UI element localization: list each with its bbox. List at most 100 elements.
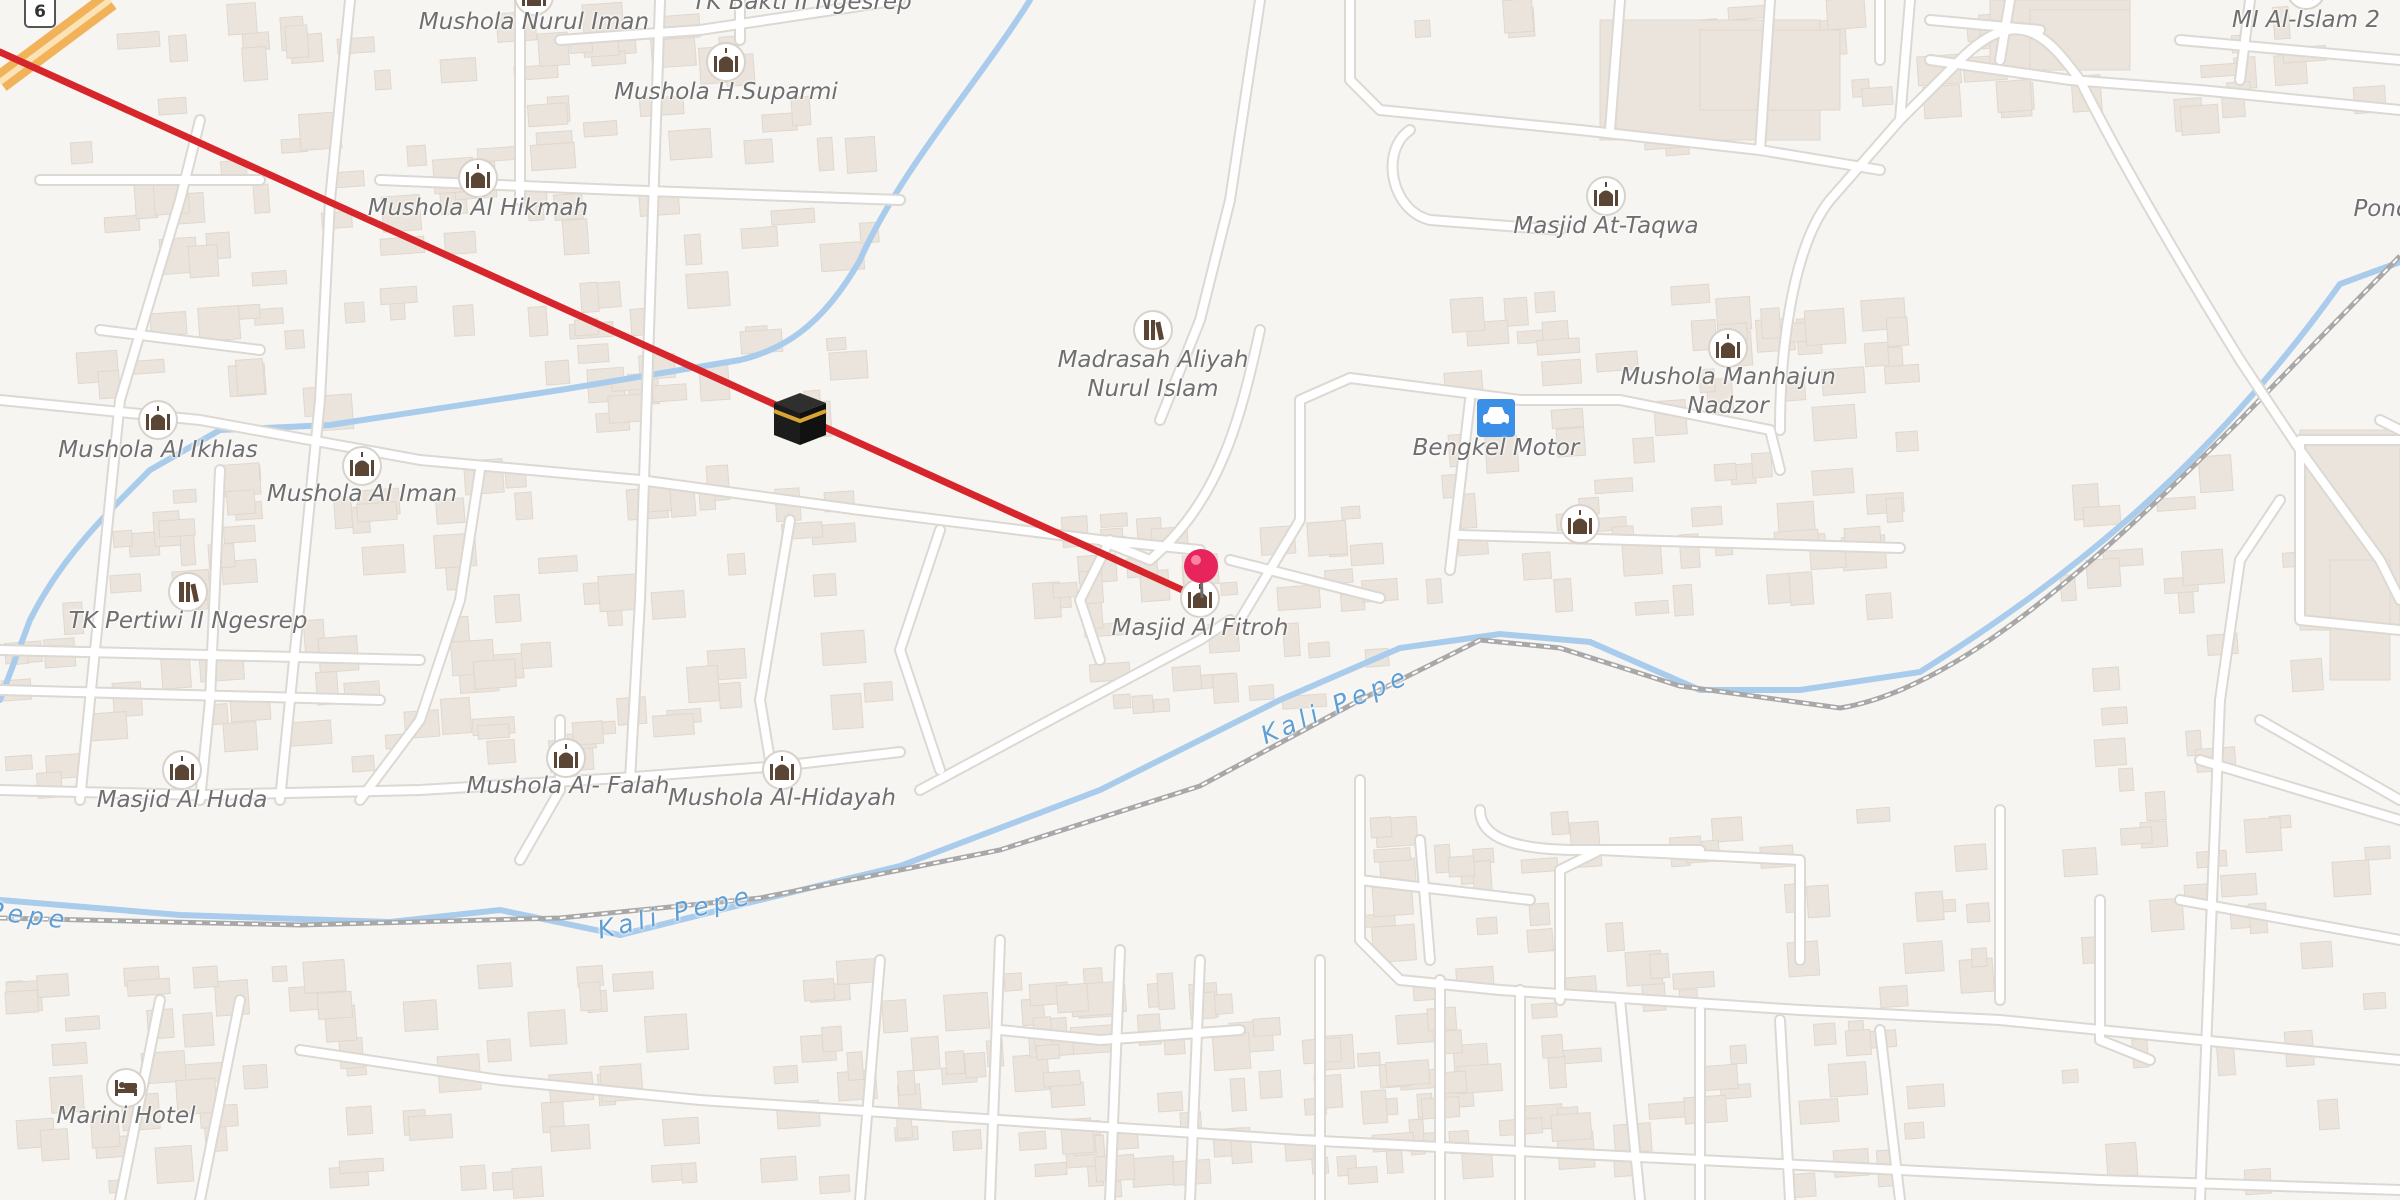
building — [1825, 0, 1867, 31]
poi-label-mushola-nurul-iman[interactable]: Mushola Nurul Iman — [419, 8, 649, 37]
building — [561, 218, 590, 256]
building — [1995, 78, 2033, 113]
poi-label-mushola-al-iman[interactable]: Mushola Al Iman — [267, 480, 457, 509]
building — [182, 1012, 215, 1048]
building — [607, 393, 646, 424]
building — [103, 214, 141, 234]
building — [2117, 767, 2135, 792]
building — [226, 2, 258, 36]
poi-label-mushola-al-hidayah[interactable]: Mushola Al-Hidayah — [668, 784, 896, 813]
mosque-icon[interactable] — [1708, 328, 1748, 368]
poi-label-marini-hotel[interactable]: Marini Hotel — [57, 1102, 196, 1131]
mosque-icon[interactable] — [1586, 176, 1626, 216]
building — [1447, 855, 1476, 878]
building — [1803, 307, 1847, 347]
building — [179, 534, 197, 567]
building — [1844, 1028, 1873, 1057]
school-icon[interactable] — [168, 572, 208, 612]
building — [2093, 737, 2128, 768]
building — [1713, 462, 1738, 482]
building — [1220, 581, 1239, 596]
building — [4, 989, 40, 1015]
building — [1112, 693, 1132, 710]
building — [1895, 430, 1919, 453]
building — [2119, 826, 2153, 846]
building — [1883, 363, 1921, 385]
school-icon[interactable] — [1133, 310, 1173, 350]
building — [544, 359, 571, 386]
building — [1035, 1043, 1061, 1061]
poi-label-tk-pertiwi[interactable]: TK Pertiwi II Ngesrep — [69, 607, 308, 636]
poi-label-mushola-al-hikmah[interactable]: Mushola Al Hikmah — [368, 194, 588, 223]
building — [529, 141, 577, 172]
poi-label-mushola-h-suparmi[interactable]: Mushola H.Suparmi — [614, 78, 838, 107]
building — [472, 658, 517, 690]
building — [576, 343, 610, 365]
poi-label-madrasah-aliyah[interactable]: Madrasah Aliyah Nurul Islam — [1058, 346, 1249, 404]
building — [1788, 571, 1815, 606]
poi-label-masjid-at-taqwa[interactable]: Masjid At-Taqwa — [1513, 212, 1698, 241]
poi-label-masjid-al-huda[interactable]: Masjid Al Huda — [97, 786, 268, 815]
building — [1413, 19, 1432, 39]
building — [1812, 1022, 1837, 1046]
building — [611, 970, 655, 992]
building — [1540, 1033, 1564, 1059]
building — [2104, 1141, 2139, 1178]
building — [1648, 952, 1671, 980]
mosque-icon[interactable] — [1180, 578, 1220, 618]
poi-label-mushola-al-falah[interactable]: Mushola Al- Falah — [467, 772, 670, 801]
building — [2290, 657, 2325, 693]
mosque-icon[interactable] — [138, 400, 178, 440]
kaaba-icon[interactable] — [773, 393, 827, 445]
building — [2179, 103, 2221, 136]
building — [1055, 982, 1090, 1014]
poi-label-bengkel-motor[interactable]: Bengkel Motor — [1413, 434, 1580, 463]
car-service-icon[interactable] — [1477, 399, 1515, 437]
building — [863, 681, 894, 703]
building — [402, 999, 439, 1033]
building — [896, 1069, 917, 1096]
building — [1276, 584, 1322, 611]
building — [406, 144, 428, 167]
building — [1475, 916, 1499, 936]
mosque-icon[interactable] — [458, 158, 498, 198]
building — [2300, 940, 2334, 970]
building — [1865, 592, 1893, 621]
building — [284, 329, 306, 350]
map-view[interactable]: 6 Mushola Nurul Iman TK Bakti II Ngesrep… — [0, 0, 2400, 1200]
building — [1307, 641, 1331, 659]
building — [1369, 816, 1393, 839]
road — [1416, 836, 1434, 964]
building — [816, 136, 835, 172]
building — [302, 958, 347, 994]
poi-label-mushola-manhajun[interactable]: Mushola Manhajun Nadzor — [1620, 363, 1836, 421]
poi-label-tk-bakti[interactable]: TK Bakti II Ngesrep — [692, 0, 911, 17]
building — [1502, 0, 1535, 34]
building — [271, 965, 288, 983]
building — [1672, 583, 1694, 617]
building — [825, 336, 847, 352]
building — [1547, 1055, 1568, 1089]
route-shield: 6 — [24, 0, 56, 28]
poi-label-mi-al-islam[interactable]: MI Al-Islam 2 — [2232, 6, 2380, 35]
mosque-icon[interactable] — [706, 42, 746, 82]
mosque-icon[interactable] — [1560, 504, 1600, 544]
building — [726, 552, 747, 576]
building — [443, 230, 477, 256]
building — [1605, 921, 1626, 952]
mosque-icon[interactable] — [162, 750, 202, 790]
building — [1373, 847, 1412, 863]
poi-label-pond[interactable]: Pond — [2353, 195, 2400, 224]
poi-label-masjid-al-fitroh[interactable]: Masjid Al Fitroh — [1112, 614, 1289, 643]
poi-label-mushola-al-ikhlas[interactable]: Mushola Al Ikhlas — [58, 436, 257, 465]
building — [187, 243, 220, 279]
building — [846, 1051, 865, 1081]
building — [511, 1166, 545, 1199]
building — [2362, 991, 2387, 1011]
building — [1003, 972, 1023, 992]
building — [109, 573, 142, 594]
building — [197, 305, 242, 343]
building — [2100, 706, 2129, 726]
building — [126, 977, 171, 997]
map-canvas[interactable] — [0, 0, 2400, 1200]
